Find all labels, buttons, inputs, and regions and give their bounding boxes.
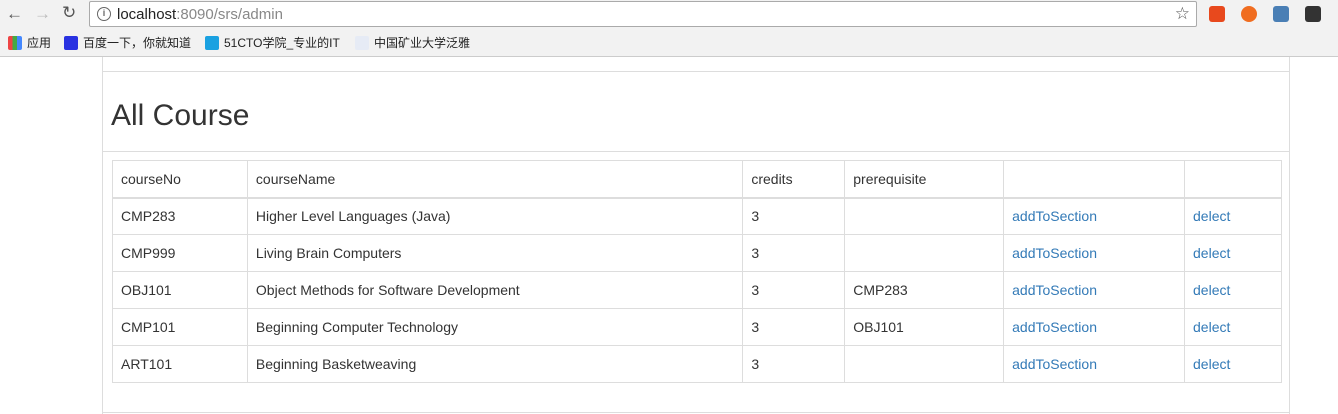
divider (103, 151, 1289, 152)
add-to-section-link[interactable]: addToSection (1012, 319, 1097, 335)
bookmark-apps[interactable]: 应用 (8, 34, 51, 51)
course-name: Beginning Computer Technology (246, 308, 744, 346)
delete-link[interactable]: delect (1193, 208, 1230, 224)
bookmark-51cto[interactable]: 51CTO学院_专业的IT (205, 34, 340, 51)
delete-link[interactable]: delect (1193, 319, 1230, 335)
info-icon[interactable]: i (97, 7, 111, 21)
page-title: All Course (111, 99, 250, 132)
course-prerequisite: CMP283 (844, 271, 1005, 309)
address-bar[interactable]: i localhost:8090/srs/admin ☆ (89, 1, 1197, 27)
course-table: courseNo courseName credits prerequisite… (112, 160, 1282, 383)
course-name: Object Methods for Software Development (246, 271, 744, 309)
bookmark-baidu[interactable]: 百度一下，你就知道 (64, 34, 191, 51)
menu-extension-icon[interactable] (1305, 6, 1321, 22)
table-row: CMP999 Living Brain Computers 3 addToSectio… (112, 234, 1282, 272)
page-icon (355, 35, 369, 50)
header-delete (1184, 160, 1282, 199)
course-credits: 3 (742, 271, 846, 309)
course-name: Beginning Basketweaving (246, 345, 744, 383)
course-name: Higher Level Languages (Java) (246, 197, 744, 235)
course-credits: 3 (742, 308, 846, 346)
course-prerequisite: OBJ101 (844, 308, 1005, 346)
content-panel: All Course courseNo courseName credits p… (102, 57, 1290, 414)
course-no: CMP999 (112, 234, 248, 272)
delete-link[interactable]: delect (1193, 282, 1230, 298)
course-prerequisite (844, 234, 1005, 272)
course-no: OBJ101 (112, 271, 248, 309)
51cto-icon (205, 35, 219, 50)
extension-icon[interactable] (1241, 6, 1257, 22)
forward-icon[interactable]: → (34, 5, 51, 23)
table-row: CMP283 Higher Level Languages (Java) 3 addT… (112, 197, 1282, 235)
baidu-icon (64, 35, 78, 50)
office-extension-icon[interactable] (1209, 6, 1225, 22)
url-text: localhost:8090/srs/admin (117, 6, 283, 23)
add-to-section-link[interactable]: addToSection (1012, 245, 1097, 261)
divider (103, 412, 1289, 413)
delete-link[interactable]: delect (1193, 245, 1230, 261)
screenshot-extension-icon[interactable] (1273, 6, 1289, 22)
divider (103, 71, 1289, 72)
back-icon[interactable]: ← (6, 5, 23, 23)
course-prerequisite (844, 345, 1005, 383)
header-credits: credits (742, 160, 846, 199)
course-credits: 3 (742, 197, 846, 235)
apps-icon (8, 35, 22, 50)
add-to-section-link[interactable]: addToSection (1012, 208, 1097, 224)
table-row: OBJ101 Object Methods for Software Develo… (112, 271, 1282, 309)
bookmark-cumt[interactable]: 中国矿业大学泛雅 (355, 34, 470, 51)
header-courseno: courseNo (112, 160, 248, 199)
table-header-row: courseNo courseName credits prerequisite (112, 160, 1282, 199)
header-coursename: courseName (246, 160, 744, 199)
course-no: CMP101 (112, 308, 248, 346)
table-row: CMP101 Beginning Computer Technology 3 OBJ1… (112, 308, 1282, 346)
table-row: ART101 Beginning Basketweaving 3 addToSecti… (112, 345, 1282, 383)
delete-link[interactable]: delect (1193, 356, 1230, 372)
header-add (1003, 160, 1186, 199)
course-name: Living Brain Computers (246, 234, 744, 272)
course-prerequisite (844, 197, 1005, 235)
header-prerequisite: prerequisite (844, 160, 1005, 199)
add-to-section-link[interactable]: addToSection (1012, 356, 1097, 372)
browser-chrome: ← → ↻ i localhost:8090/srs/admin ☆ 应用 百度… (0, 0, 1338, 57)
add-to-section-link[interactable]: addToSection (1012, 282, 1097, 298)
star-icon[interactable]: ☆ (1175, 4, 1190, 24)
course-credits: 3 (742, 345, 846, 383)
course-credits: 3 (742, 234, 846, 272)
reload-icon[interactable]: ↻ (62, 4, 76, 22)
course-no: ART101 (112, 345, 248, 383)
course-no: CMP283 (112, 197, 248, 235)
